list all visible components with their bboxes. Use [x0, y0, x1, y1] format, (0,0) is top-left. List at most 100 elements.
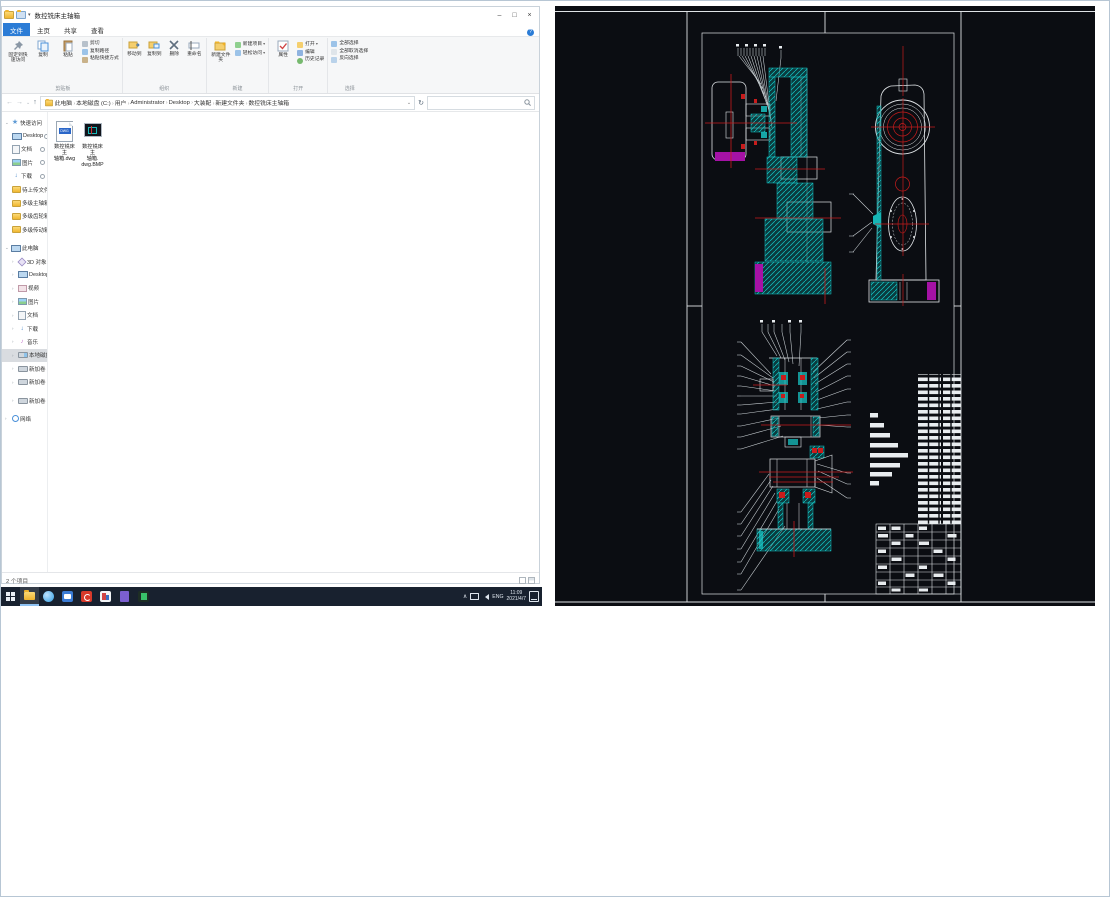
sidebar-item-pictures[interactable]: 图片 [2, 156, 47, 169]
chevron-right-icon[interactable]: › [12, 353, 17, 358]
cut-button[interactable]: 剪切 [82, 41, 119, 48]
chevron-down-icon[interactable]: ⌄ [5, 245, 10, 251]
display-icon[interactable] [470, 593, 480, 600]
chevron-right-icon[interactable]: › [12, 339, 17, 344]
close-button[interactable]: × [522, 12, 537, 19]
sidebar-group-this-pc[interactable]: ⌄ 此电脑 [2, 242, 47, 255]
easy-access-button[interactable]: 轻松访问 [234, 50, 265, 57]
select-none-button[interactable]: 全部取消选择 [331, 49, 368, 55]
copy-to-button[interactable]: 复制到 [146, 38, 163, 57]
invert-selection-button[interactable]: 反向选择 [331, 56, 368, 63]
move-to-button[interactable]: 移动到 [126, 38, 143, 57]
rename-button[interactable]: 重命名 [186, 38, 203, 57]
forward-button[interactable]: → [16, 99, 23, 106]
details-view-button[interactable] [519, 576, 526, 584]
paste-shortcut-button[interactable]: 粘贴快捷方式 [82, 56, 119, 63]
file-bmp[interactable]: 数控铣床主 轴箱. dwg.BMP [80, 118, 105, 168]
maximize-button[interactable]: □ [507, 12, 522, 19]
chevron-right-icon[interactable]: › [12, 286, 17, 291]
history-button[interactable]: 历史记录 [297, 57, 324, 64]
delete-button[interactable]: 删除 [166, 38, 183, 57]
recent-locations-icon[interactable]: ⌄ [26, 100, 30, 106]
taskbar-office-app[interactable] [58, 587, 77, 606]
file-dwg[interactable]: DWG 数控铣床主 轴箱.dwg [52, 118, 77, 162]
sidebar-group-quick-access[interactable]: ⌄ ★ 快速访问 [2, 116, 47, 129]
chevron-right-icon[interactable]: › [12, 398, 17, 403]
minimize-button[interactable]: – [492, 12, 507, 19]
chevron-right-icon[interactable]: › [12, 272, 17, 277]
tab-share[interactable]: 共享 [57, 23, 84, 36]
thumbnails-view-button[interactable] [528, 576, 535, 584]
refresh-icon[interactable]: ↻ [418, 99, 424, 107]
qat-dropdown-icon[interactable]: ▾ [28, 12, 31, 18]
sidebar-item-downloads[interactable]: ↓ 下载 [2, 170, 47, 183]
chevron-right-icon[interactable]: › [12, 299, 17, 304]
up-button[interactable]: ↑ [33, 99, 37, 106]
sidebar-item-documents-pc[interactable]: › 文档 [2, 308, 47, 321]
sidebar-item-local-disk-c[interactable]: ›本地磁盘 (C:) [2, 348, 47, 363]
chevron-right-icon[interactable]: › [5, 416, 10, 421]
search-input[interactable] [427, 95, 535, 110]
qat-customize-icon[interactable] [16, 10, 26, 19]
help-icon[interactable]: ? [527, 29, 534, 36]
edit-button[interactable]: 编辑 [297, 50, 324, 56]
breadcrumb-segment[interactable]: 本地磁盘 (C:) [76, 98, 114, 107]
sidebar-item-volume-d[interactable]: ›新加卷 (D:) [2, 362, 47, 375]
sidebar-item-downloads-pc[interactable]: › ↓ 下载 [2, 322, 47, 335]
breadcrumb-segment[interactable]: Desktop [169, 100, 193, 106]
tab-file[interactable]: 文件 [3, 23, 30, 36]
tab-view[interactable]: 查看 [84, 23, 111, 36]
new-folder-button[interactable]: 新建文件夹 [210, 38, 232, 64]
action-center-icon[interactable] [529, 591, 539, 602]
copy-button[interactable]: 复制 [32, 38, 54, 58]
pin-to-quick-access-button[interactable]: 固定到快速访问 [7, 38, 29, 64]
sidebar-group-network[interactable]: › 网络 [2, 412, 47, 425]
sidebar-item-desktop-pc[interactable]: › Desktop [2, 268, 47, 281]
speaker-icon[interactable] [482, 593, 490, 600]
breadcrumb-segment[interactable]: Administrator [130, 100, 167, 106]
sidebar-item-3d-objects[interactable]: › 3D 对象 [2, 255, 47, 268]
taskbar-white-app[interactable] [96, 587, 115, 606]
sidebar-item-desktop[interactable]: Desktop [2, 129, 47, 142]
sidebar-item-volume-e[interactable]: ›新加卷 (E:) [2, 375, 47, 388]
taskbar-red-app[interactable] [77, 587, 96, 606]
open-button[interactable]: 打开 [297, 41, 324, 48]
breadcrumb-segment-current[interactable]: 数控铣床主轴箱 [248, 98, 289, 107]
sidebar-item-folder[interactable]: 多级齿轮箱 [2, 210, 47, 223]
taskbar-browser[interactable] [39, 587, 58, 606]
tray-expand-icon[interactable]: ∧ [463, 593, 467, 600]
breadcrumb-segment[interactable]: 此电脑 [55, 98, 75, 107]
chevron-right-icon[interactable]: › [12, 366, 17, 371]
properties-button[interactable]: 属性 [272, 38, 294, 58]
breadcrumb[interactable]: 此电脑 本地磁盘 (C:) 用户 Administrator Desktop 大… [39, 95, 416, 110]
new-item-button[interactable]: 新建项目 [234, 41, 265, 48]
paste-button[interactable]: 粘贴 [57, 38, 79, 58]
sidebar-item-music[interactable]: › ♪ 音乐 [2, 335, 47, 348]
copy-path-button[interactable]: 复制路径 [82, 49, 119, 55]
sidebar-item-folder[interactable]: 多级主轴箱 [2, 196, 47, 209]
sidebar-item-volume-f[interactable]: ›新加卷 (F:) [2, 394, 47, 407]
tab-home[interactable]: 主页 [30, 23, 57, 36]
sidebar-item-videos[interactable]: › 视频 [2, 282, 47, 295]
chevron-right-icon[interactable]: › [12, 313, 17, 318]
select-all-button[interactable]: 全部选择 [331, 41, 368, 48]
breadcrumb-segment[interactable]: 新建文件夹 [215, 98, 247, 107]
clock[interactable]: 11:09 2021/4/7 [507, 590, 526, 602]
sidebar-item-folder[interactable]: 待上传文件 [2, 183, 47, 196]
sidebar-item-pictures-pc[interactable]: › 图片 [2, 295, 47, 308]
sidebar-item-documents[interactable]: 文档 [2, 143, 47, 156]
chevron-down-icon[interactable]: ⌄ [5, 120, 10, 126]
taskbar-purple-app[interactable] [115, 587, 134, 606]
back-button[interactable]: ← [6, 99, 13, 106]
sidebar-item-folder[interactable]: 多级传动箱 [2, 223, 47, 236]
chevron-right-icon[interactable]: › [12, 380, 17, 385]
taskbar-file-explorer[interactable] [20, 587, 39, 606]
ribbon-group-select: 全部选择 全部取消选择 反向选择 选择 [328, 38, 371, 93]
taskbar-green-app[interactable] [134, 587, 153, 606]
start-button[interactable] [1, 587, 20, 606]
chevron-right-icon[interactable]: › [12, 326, 17, 331]
language-indicator[interactable]: ENG [492, 594, 503, 600]
breadcrumb-segment[interactable]: 大装配 [194, 98, 214, 107]
breadcrumb-segment[interactable]: 用户 [115, 98, 130, 107]
address-dropdown-icon[interactable]: ⌄ [407, 100, 411, 106]
